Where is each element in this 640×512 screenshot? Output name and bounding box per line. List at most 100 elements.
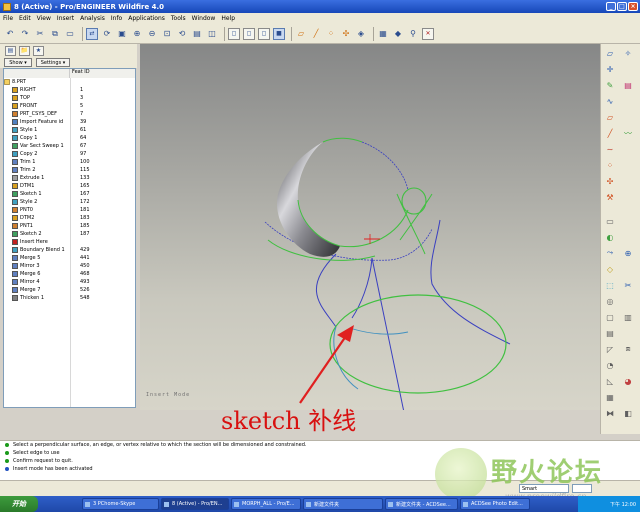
pattern-tool-icon[interactable]: ▦	[605, 392, 615, 402]
context-help-icon[interactable]: ⚲	[407, 28, 419, 40]
zoom-in-icon[interactable]: ⊕	[131, 28, 143, 40]
variable-sweep-icon[interactable]: 〰	[623, 128, 633, 138]
copy-icon[interactable]: ⧉	[49, 28, 61, 40]
model-tree-tab-icon[interactable]: ▤	[5, 45, 16, 56]
feature-icon	[12, 151, 18, 157]
warp-tool-icon[interactable]: ◕	[623, 376, 633, 386]
csys-tool-icon[interactable]: ✣	[605, 176, 615, 186]
favorites-tab-icon[interactable]: ★	[33, 45, 44, 56]
offset-tool-icon[interactable]: ⧈	[623, 344, 633, 354]
sketch-tool-icon[interactable]: ✎	[605, 80, 615, 90]
model-tree-icon[interactable]: ▦	[377, 28, 389, 40]
menu-insert[interactable]: Insert	[57, 15, 74, 22]
task-proe-active[interactable]: 8 (Active) - Pro/EN...	[161, 498, 229, 510]
graphics-window[interactable]: Insert Mode	[140, 44, 600, 410]
blend-tool-icon[interactable]: ◇	[605, 264, 615, 274]
tree-item-label: PNT1	[20, 223, 33, 229]
datum-points-icon[interactable]: ⁘	[325, 28, 337, 40]
task-proe-morph[interactable]: MORPH_ALL - Pro/E...	[231, 498, 301, 510]
round-tool-icon[interactable]: ◔	[605, 360, 615, 370]
menu-help[interactable]: Help	[221, 15, 235, 22]
axis-tool-icon[interactable]: ╱	[605, 128, 615, 138]
task-skype[interactable]: 3 PChome-Skype	[82, 498, 159, 510]
mirror-tool-icon[interactable]: ⧓	[605, 408, 615, 418]
menu-window[interactable]: Window	[192, 15, 216, 22]
csys-icon[interactable]: ✣	[340, 28, 352, 40]
appearance-icon[interactable]: ◆	[392, 28, 404, 40]
model-tree[interactable]: Feat ID 8.PRT RIGHT 1 TOP 3 FRONT 5 PRT_CSYS_D…	[3, 68, 136, 408]
refit-icon[interactable]: ⊡	[161, 28, 173, 40]
menu-tools[interactable]: Tools	[171, 15, 186, 22]
zoom-out-icon[interactable]: ⊖	[146, 28, 158, 40]
repaint-icon[interactable]: ▣	[116, 28, 128, 40]
redo-icon[interactable]: ↷	[19, 28, 31, 40]
menu-applications[interactable]: Applications	[128, 15, 165, 22]
cut-icon[interactable]: ✂	[34, 28, 46, 40]
hidden-line-icon[interactable]: ◻	[243, 27, 255, 40]
minimize-icon[interactable]: _	[606, 2, 616, 11]
close-icon[interactable]: ×	[628, 2, 638, 11]
maximize-icon[interactable]: □	[617, 2, 627, 11]
task-acdsee[interactable]: 新建文件夹 - ACDSee...	[385, 498, 458, 510]
task-folder[interactable]: 新建文件夹	[303, 498, 383, 510]
hole-tool-icon[interactable]: ◎	[605, 296, 615, 306]
curve-tool-icon[interactable]: ∿	[605, 96, 615, 106]
thicken-tool-icon[interactable]: ▥	[623, 312, 633, 322]
no-hidden-icon[interactable]: ◻	[258, 27, 270, 40]
feature-icon	[12, 135, 18, 141]
system-tray: 下午 12:00	[578, 496, 640, 512]
layers-icon[interactable]: ◫	[206, 28, 218, 40]
analysis-feature-icon[interactable]: ⚒	[605, 192, 615, 202]
merge-tool-icon[interactable]: ⊕	[623, 248, 633, 258]
trim-tool-icon[interactable]: ✂	[623, 280, 633, 290]
regenerate-icon[interactable]: ⇄	[86, 27, 98, 40]
tree-item-label: Extrude 1	[20, 175, 45, 181]
menu-info[interactable]: Info	[111, 15, 122, 22]
tree-item-feat-id: 100	[80, 159, 90, 165]
feature-icon	[12, 175, 18, 181]
menu-edit[interactable]: Edit	[19, 15, 31, 22]
prompt-icon	[5, 459, 9, 463]
show-dropdown[interactable]: Show ▾	[4, 58, 32, 67]
tree-item-feat-id: 429	[80, 247, 90, 253]
curve-through-points-icon[interactable]: ∼	[605, 144, 615, 154]
draft-tool-icon[interactable]: ◸	[605, 344, 615, 354]
tree-item-label: Mirror 3	[20, 263, 40, 269]
tree-item-feat-id: 493	[80, 279, 90, 285]
style-tool-icon[interactable]: ✧	[623, 48, 633, 58]
extrude-tool-icon[interactable]: ▭	[605, 216, 615, 226]
wireframe-icon[interactable]: ◻	[228, 27, 240, 40]
shading-icon[interactable]: ■	[273, 27, 285, 40]
saved-views-icon[interactable]: ▤	[191, 28, 203, 40]
datum-planes-icon[interactable]: ▱	[295, 28, 307, 40]
datum-axis-tool-icon[interactable]: ✛	[605, 64, 615, 74]
menu-analysis[interactable]: Analysis	[80, 15, 105, 22]
feat-id-column-header[interactable]: Feat ID	[69, 69, 90, 78]
solidify-tool-icon[interactable]: ◧	[623, 408, 633, 418]
spin-center-icon[interactable]: ◈	[355, 28, 367, 40]
undo-icon[interactable]: ↶	[4, 28, 16, 40]
window-close-icon[interactable]: ✕	[422, 27, 434, 40]
rib-tool-icon[interactable]: ▤	[605, 328, 615, 338]
datum-plane-tool-icon[interactable]: ▱	[605, 48, 615, 58]
reorient-icon[interactable]: ⟲	[176, 28, 188, 40]
point-tool-icon[interactable]: ⁘	[605, 160, 615, 170]
select-filter-icon[interactable]: ⟳	[101, 28, 113, 40]
shell-tool-icon[interactable]: ▢	[605, 312, 615, 322]
plane-tool-icon[interactable]: ▱	[605, 112, 615, 122]
task-photo-editor[interactable]: ACDSee Photo Edit...	[460, 498, 530, 510]
menu-view[interactable]: View	[37, 15, 51, 22]
revolve-tool-icon[interactable]: ◐	[605, 232, 615, 242]
boundary-blend-icon[interactable]: ⬚	[605, 280, 615, 290]
tree-item-feat-id: 167	[80, 191, 90, 197]
folder-browser-tab-icon[interactable]: 📁	[19, 45, 30, 56]
settings-dropdown[interactable]: Settings ▾	[36, 58, 70, 67]
paste-icon[interactable]: ▭	[64, 28, 76, 40]
datum-axes-icon[interactable]: ╱	[310, 28, 322, 40]
sweep-tool-icon[interactable]: ⤳	[605, 248, 615, 258]
surface-tool-icon[interactable]: ▤	[623, 80, 633, 90]
menu-file[interactable]: File	[3, 15, 13, 22]
feature-toolbar: ▱ ✛ ✎ ∿ ▱ ╱ ∼ ⁘ ✣ ⚒ ▭ ◐ ⤳ ◇ ⬚ ◎ ▢ ▤ ◸ ◔ …	[600, 44, 640, 434]
chamfer-tool-icon[interactable]: ◺	[605, 376, 615, 386]
start-button[interactable]: 开始	[0, 496, 38, 512]
